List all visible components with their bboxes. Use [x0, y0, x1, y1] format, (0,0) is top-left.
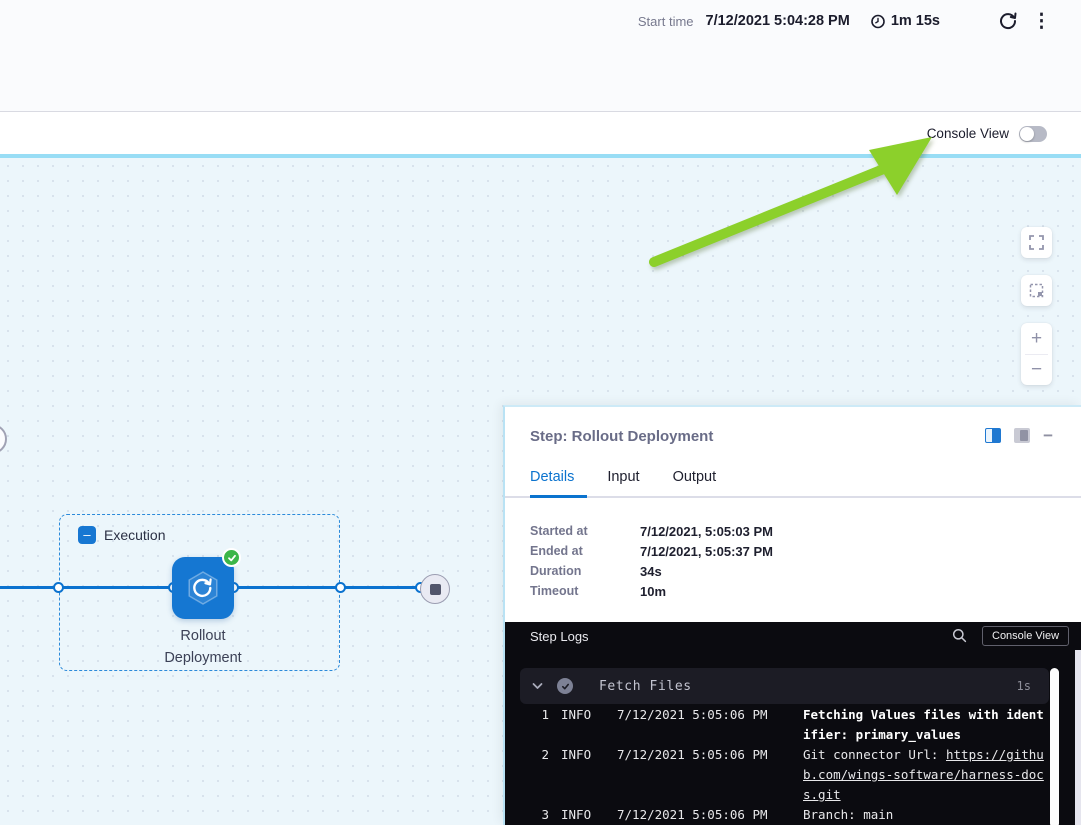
- step-logs-title: Step Logs: [530, 629, 589, 644]
- elapsed-value: 1m 15s: [891, 13, 940, 29]
- zoom-controls: + −: [1021, 323, 1052, 385]
- log-lines: 1 INFO 7/12/2021 5:05:06 PM Fetching Val…: [505, 705, 1065, 825]
- log-section-name: Fetch Files: [599, 679, 692, 694]
- zoom-in-button[interactable]: +: [1021, 323, 1052, 354]
- panel-view-icon[interactable]: [1014, 428, 1030, 443]
- zoom-out-button[interactable]: −: [1021, 354, 1052, 385]
- kebab-menu-icon[interactable]: ⋮: [1032, 12, 1051, 31]
- connection-point: [335, 582, 346, 593]
- connection-point: [53, 582, 64, 593]
- minimize-panel-button[interactable]: −: [1043, 427, 1053, 444]
- refresh-button[interactable]: [998, 11, 1018, 31]
- tab-details[interactable]: Details: [530, 469, 574, 497]
- log-section-fetch-files[interactable]: Fetch Files 1s: [520, 668, 1049, 704]
- top-bar: Start time 7/12/2021 5:04:28 PM 1m 15s ⋮: [0, 0, 1081, 112]
- clock-icon: [870, 13, 886, 29]
- success-check-icon: [222, 548, 241, 567]
- stop-icon: [430, 584, 441, 595]
- zoom-in-icon: +: [1031, 328, 1042, 349]
- log-section-duration: 1s: [1017, 679, 1031, 693]
- log-line-number: 1: [519, 705, 549, 745]
- console-view-label: Console View: [927, 126, 1009, 141]
- execution-group-label: Execution: [104, 527, 165, 543]
- previous-node-edge: [0, 424, 7, 454]
- fullscreen-icon: [1029, 235, 1044, 250]
- log-row: 2 INFO 7/12/2021 5:05:06 PM Git connecto…: [505, 745, 1065, 805]
- view-toolbar: Console View: [0, 113, 1081, 158]
- start-time-label: Start time: [638, 14, 694, 29]
- log-scrollbar[interactable]: [1050, 668, 1059, 825]
- search-icon: [952, 628, 967, 643]
- log-search-button[interactable]: [952, 628, 967, 643]
- step-logs-body: Fetch Files 1s 1 INFO 7/12/2021 5:05:06 …: [505, 650, 1081, 825]
- panel-tabs: Details Input Output: [530, 469, 716, 497]
- step-details-panel: Step: Rollout Deployment − Details Input…: [503, 405, 1081, 825]
- log-message: Fetching Values files with identifier: p…: [803, 705, 1050, 745]
- fullscreen-button[interactable]: [1021, 227, 1052, 258]
- log-line-number: 3: [519, 805, 549, 825]
- panel-scrollbar-track[interactable]: [1075, 650, 1081, 825]
- log-level: INFO: [561, 745, 605, 805]
- fit-view-icon: [1029, 283, 1044, 298]
- rollout-icon: [183, 568, 223, 608]
- field-ended-at: Ended at 7/12/2021, 5:05:37 PM: [530, 541, 773, 561]
- pipeline-end-node: [420, 574, 450, 604]
- tab-output[interactable]: Output: [673, 469, 717, 497]
- start-time-value: 7/12/2021 5:04:28 PM: [706, 13, 850, 29]
- console-view-toggle[interactable]: [1019, 126, 1047, 142]
- step-logs-header: Step Logs Console View: [505, 622, 1081, 650]
- field-started-at: Started at 7/12/2021, 5:05:03 PM: [530, 521, 773, 541]
- step-logs-panel: Step Logs Console View Fetch Files 1s: [505, 622, 1081, 825]
- log-message: Git connector Url: https://github.com/wi…: [803, 745, 1050, 805]
- elapsed-duration: 1m 15s: [870, 13, 940, 29]
- panel-title: Step: Rollout Deployment: [530, 428, 713, 445]
- field-timeout: Timeout 10m: [530, 581, 773, 601]
- log-level: INFO: [561, 805, 605, 825]
- panel-header: Step: Rollout Deployment −: [505, 407, 1081, 455]
- log-level: INFO: [561, 705, 605, 745]
- node-label: Rollout Deployment: [123, 625, 283, 669]
- active-tab-underline: [530, 495, 587, 498]
- toggle-knob: [1020, 127, 1034, 141]
- zoom-out-icon: −: [1031, 359, 1042, 380]
- log-console-view-button[interactable]: Console View: [982, 626, 1069, 646]
- field-duration: Duration 34s: [530, 561, 773, 581]
- log-line-number: 2: [519, 745, 549, 805]
- minus-icon: –: [83, 528, 90, 541]
- log-timestamp: 7/12/2021 5:05:06 PM: [617, 745, 791, 805]
- refresh-icon: [998, 11, 1018, 31]
- collapse-group-button[interactable]: –: [78, 526, 96, 544]
- rollout-deployment-node[interactable]: [172, 557, 234, 619]
- chevron-down-icon: [532, 677, 543, 695]
- log-timestamp: 7/12/2021 5:05:06 PM: [617, 705, 791, 745]
- log-row: 3 INFO 7/12/2021 5:05:06 PM Branch: main: [505, 805, 1065, 825]
- log-message: Branch: main: [803, 805, 1050, 825]
- log-timestamp: 7/12/2021 5:05:06 PM: [617, 805, 791, 825]
- step-detail-fields: Started at 7/12/2021, 5:05:03 PM Ended a…: [530, 521, 773, 601]
- tab-input[interactable]: Input: [607, 469, 639, 497]
- log-row: 1 INFO 7/12/2021 5:05:06 PM Fetching Val…: [505, 705, 1065, 745]
- section-success-icon: [557, 678, 573, 694]
- split-view-icon[interactable]: [985, 428, 1001, 443]
- fit-view-button[interactable]: [1021, 275, 1052, 306]
